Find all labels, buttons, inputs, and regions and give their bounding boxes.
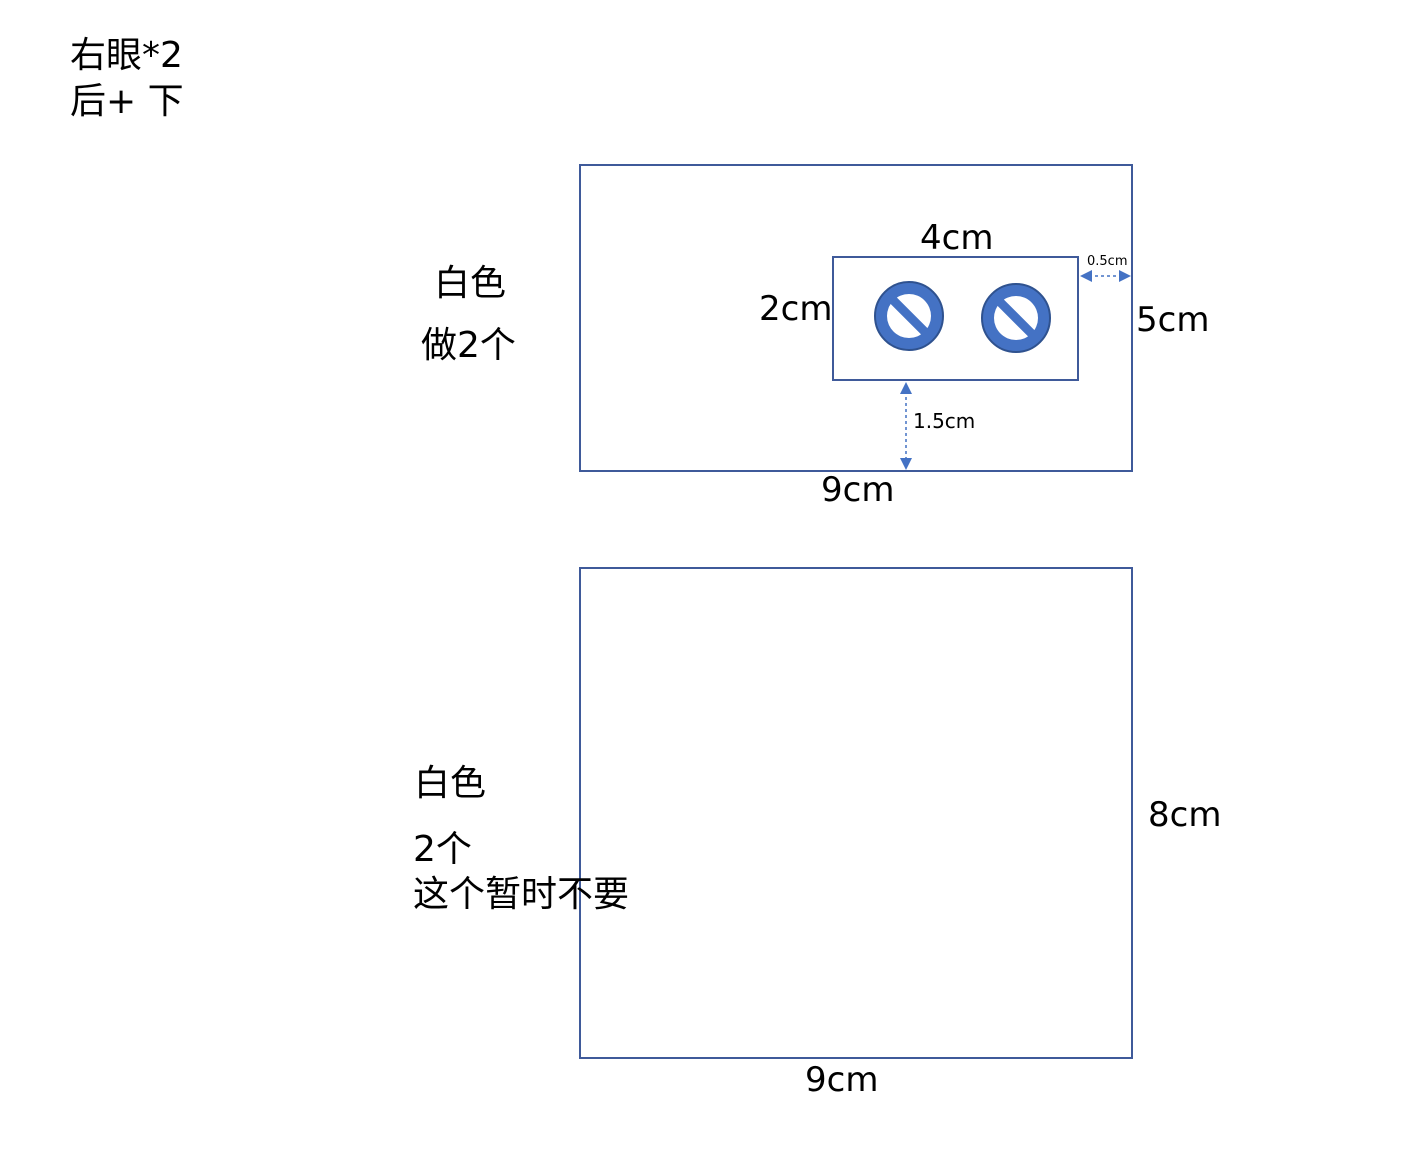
bottom-panel-outline [579, 567, 1133, 1059]
bottom-panel-width-label: 9cm [805, 1060, 879, 1100]
bottom-panel-height-label: 8cm [1148, 795, 1222, 835]
bottom-panel-note-label: 这个暂时不要 [413, 874, 630, 915]
no-entry-icon [981, 283, 1051, 353]
no-entry-icon [874, 281, 944, 351]
bottom-panel-color-label: 白色 [414, 763, 487, 804]
bottom-panel-count-label: 2个 [413, 829, 472, 870]
